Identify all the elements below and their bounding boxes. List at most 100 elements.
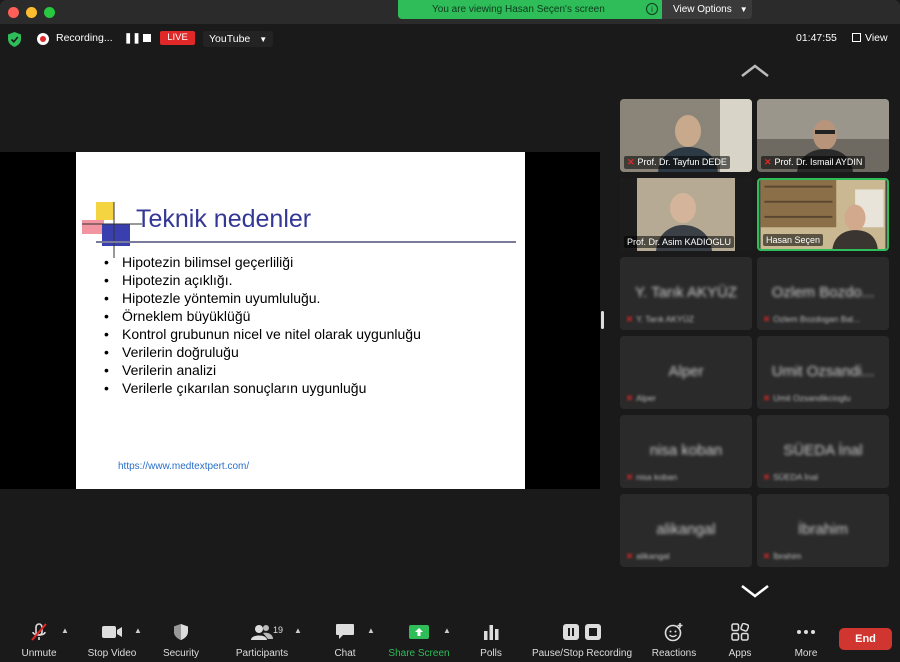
view-options-button[interactable]: View Options ▼: [662, 0, 752, 19]
chat-button[interactable]: Chat: [326, 622, 364, 659]
participant-tile[interactable]: İbrahim ✕ İbrahim: [757, 494, 889, 567]
more-icon: [797, 630, 815, 634]
slide-bullet: • Hipotezin açıklığı.: [104, 272, 233, 288]
participant-tile[interactable]: Prof. Dr. Asim KADIOGLU: [620, 178, 752, 251]
mic-muted-icon: ✕: [626, 393, 634, 403]
stream-target-dropdown[interactable]: YouTube ▼: [203, 31, 274, 47]
viewing-text: You are viewing Hasan Seçen's screen: [432, 4, 605, 15]
participant-name: ✕ İbrahim: [763, 551, 802, 561]
slide-title: Teknik nedenler: [136, 205, 312, 233]
polls-label: Polls: [480, 648, 502, 659]
participant-name: ✕ Ozlem Bozdogan Bal...: [763, 314, 861, 324]
record-icon: [37, 33, 49, 45]
participant-display-name: Ozlem Bozdo...: [771, 284, 875, 301]
minimize-window-button[interactable]: [26, 7, 37, 18]
participant-tile[interactable]: Ozlem Bozdo... ✕ Ozlem Bozdogan Bal...: [757, 257, 889, 330]
chevron-down-icon: ▼: [739, 5, 748, 14]
mic-muted-icon: ✕: [627, 157, 635, 167]
slide-bullet: • Kontrol grubunun nicel ve nitel olarak …: [104, 326, 421, 342]
security-button[interactable]: Security: [158, 622, 204, 659]
participant-name: ✕ alikangal: [626, 551, 670, 561]
participant-tile[interactable]: alikangal ✕ alikangal: [620, 494, 752, 567]
slide-bullet: • Hipotezin bilimsel geçerliliği: [104, 254, 294, 270]
mic-muted-icon: ✕: [626, 551, 634, 561]
participant-tile-active-speaker[interactable]: Hasan Seçen: [757, 178, 889, 251]
mic-muted-icon: ✕: [763, 472, 771, 482]
reactions-button[interactable]: Reactions: [648, 622, 700, 659]
participant-display-name: nisa koban: [649, 442, 723, 459]
mic-muted-icon: ✕: [763, 393, 771, 403]
participant-tile[interactable]: ✕ Prof. Dr. Tayfun DEDE: [620, 99, 752, 172]
mic-muted-icon: ✕: [763, 314, 771, 324]
participant-name: ✕ nisa koban: [626, 472, 678, 482]
presentation-slide: Teknik nedenler • Hipotezin bilimsel geçe…: [76, 152, 525, 489]
participant-tile[interactable]: nisa koban ✕ nisa koban: [620, 415, 752, 488]
view-options-label: View Options: [673, 4, 732, 15]
pause-stop-recording-label: Pause/Stop Recording: [531, 648, 633, 659]
title-bar: You are viewing Hasan Seçen's screen i V…: [0, 0, 900, 24]
apps-button[interactable]: Apps: [724, 622, 756, 659]
chevron-up-icon[interactable]: ▲: [294, 626, 302, 635]
view-button[interactable]: View: [852, 32, 888, 44]
participants-icon: [251, 625, 273, 640]
apps-icon: [731, 623, 749, 641]
end-meeting-button[interactable]: End: [839, 628, 892, 650]
meeting-status-row: Recording... ❚❚ LIVE YouTube ▼ 01:47:55 …: [0, 24, 900, 64]
stop-icon[interactable]: [143, 34, 151, 42]
participant-name: ✕ Prof. Dr. Ismail AYDIN: [761, 156, 866, 169]
info-icon[interactable]: i: [646, 3, 658, 15]
chevron-down-icon[interactable]: [740, 584, 770, 598]
mic-muted-icon: [31, 623, 47, 641]
participant-name: ✕ Alper: [626, 393, 656, 403]
close-window-button[interactable]: [8, 7, 19, 18]
participants-count: 19: [273, 625, 284, 635]
slide-bullet: • Verilerin doğruluğu: [104, 344, 239, 360]
mic-muted-icon: ✕: [763, 551, 771, 561]
participant-tile[interactable]: Umit Ozsandi... ✕ Umit Ozsandikcioglu: [757, 336, 889, 409]
polls-button[interactable]: Polls: [472, 622, 510, 659]
more-label: More: [794, 648, 818, 659]
view-label: View: [865, 32, 888, 44]
security-label: Security: [162, 648, 200, 659]
zoom-window-button[interactable]: [44, 7, 55, 18]
chevron-up-icon[interactable]: ▲: [61, 626, 69, 635]
stop-video-button[interactable]: Stop Video: [84, 622, 140, 659]
slide-bullet: • Hipotezle yöntemin uyumluluğu.: [104, 290, 321, 306]
participants-label: Participants: [235, 648, 289, 659]
viewing-banner: You are viewing Hasan Seçen's screen i: [398, 0, 662, 19]
participant-display-name: alikangal: [656, 521, 716, 538]
slide-bullet: • Örneklem büyüklüğü: [104, 308, 251, 324]
meeting-toolbar: Unmute ▲ Stop Video ▲ Security Participa…: [0, 618, 900, 662]
pause-icon[interactable]: ❚❚: [124, 33, 141, 44]
share-screen-icon: [409, 625, 429, 639]
chevron-up-icon[interactable]: ▲: [367, 626, 375, 635]
reactions-label: Reactions: [651, 648, 697, 659]
chevron-up-icon[interactable]: [740, 64, 770, 78]
chevron-up-icon[interactable]: ▲: [134, 626, 142, 635]
more-button[interactable]: More: [788, 622, 824, 659]
participant-tile[interactable]: Alper ✕ Alper: [620, 336, 752, 409]
pause-stop-recording-button[interactable]: Pause/Stop Recording: [528, 622, 636, 659]
chat-icon: [336, 624, 354, 639]
stream-target-label: YouTube: [209, 33, 251, 45]
slide-bullet-list: • Hipotezin bilimsel geçerliliği • Hipotez…: [104, 253, 421, 397]
participant-name: ✕ Prof. Dr. Tayfun DEDE: [624, 156, 730, 169]
slide-url: https://www.medtextpert.com/: [118, 461, 250, 472]
participant-tile[interactable]: Y. Tarık AKYÜZ ✕ Y. Tarık AKYÜZ: [620, 257, 752, 330]
grid-icon: [852, 33, 861, 42]
chevron-up-icon[interactable]: ▲: [443, 626, 451, 635]
security-icon: [174, 624, 188, 640]
participant-name: Hasan Seçen: [763, 234, 824, 246]
recording-status: Recording...: [56, 32, 113, 44]
mic-muted-icon: ✕: [764, 157, 772, 167]
stop-video-label: Stop Video: [87, 648, 137, 659]
panel-resize-handle[interactable]: [601, 311, 604, 329]
participant-display-name: Alper: [668, 363, 704, 380]
shield-icon[interactable]: [8, 32, 21, 47]
participant-tile[interactable]: SÜEDA İnal ✕ SÜEDA İnal: [757, 415, 889, 488]
mic-muted-icon: ✕: [626, 472, 634, 482]
participant-tile[interactable]: ✕ Prof. Dr. Ismail AYDIN: [757, 99, 889, 172]
unmute-button[interactable]: Unmute: [16, 622, 62, 659]
unmute-label: Unmute: [21, 648, 57, 659]
video-icon: [102, 626, 122, 638]
